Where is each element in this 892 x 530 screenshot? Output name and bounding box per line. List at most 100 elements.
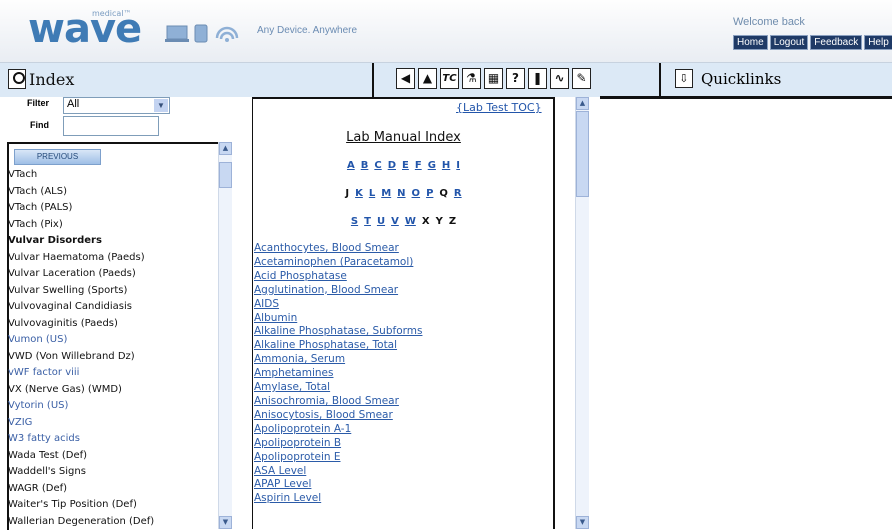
scroll-thumb[interactable] — [219, 162, 232, 188]
index-item[interactable]: Vulvar Haematoma (Paeds) — [8, 250, 218, 267]
index-item[interactable]: vWF factor viii — [8, 365, 218, 382]
alpha-letter[interactable]: S — [351, 216, 358, 227]
lab-scrollbar[interactable]: ▲ ▼ — [575, 97, 589, 529]
index-item[interactable]: VTach (Pix) — [8, 217, 218, 234]
index-item[interactable]: Vumon (US) — [8, 332, 218, 349]
lab-test-link[interactable]: Acetaminophen (Paracetamol) — [254, 256, 422, 270]
lab-test-link[interactable]: Albumin — [254, 312, 422, 326]
quicklinks-border — [600, 96, 892, 99]
lab-flask-icon[interactable]: ⚗ — [462, 68, 481, 89]
drug-icon[interactable]: ❚ — [528, 68, 547, 89]
help-icon[interactable]: ? — [506, 68, 525, 89]
alpha-letter[interactable]: G — [428, 160, 436, 171]
alpha-letter[interactable]: L — [369, 188, 375, 199]
index-item[interactable]: Waiter's Tip Position (Def) — [8, 497, 218, 514]
lab-test-link[interactable]: APAP Level — [254, 478, 422, 492]
alpha-letter[interactable]: H — [442, 160, 450, 171]
alpha-row: STUVWXYZ — [252, 216, 555, 227]
alpha-letter[interactable]: U — [377, 216, 385, 227]
lab-test-link[interactable]: Alkaline Phosphatase, Subforms — [254, 325, 422, 339]
alpha-letter[interactable]: D — [388, 160, 396, 171]
lab-test-link[interactable]: Aspirin Level — [254, 492, 422, 506]
back-arrow-icon[interactable]: ◀ — [396, 68, 415, 89]
lab-test-link[interactable]: Anisochromia, Blood Smear — [254, 395, 422, 409]
find-input[interactable] — [63, 116, 159, 136]
alpha-letter[interactable]: I — [456, 160, 460, 171]
lab-test-link[interactable]: AIDS — [254, 298, 422, 312]
index-scrollbar[interactable]: ▲ ▼ — [218, 142, 232, 529]
lab-test-link[interactable]: Acanthocytes, Blood Smear — [254, 242, 422, 256]
lab-test-link[interactable]: Apolipoprotein E — [254, 451, 422, 465]
index-item[interactable]: VWD (Von Willebrand Dz) — [8, 349, 218, 366]
alpha-letter[interactable]: B — [361, 160, 369, 171]
alpha-letter: J — [345, 188, 349, 199]
index-item[interactable]: Vulvovaginitis (Paeds) — [8, 316, 218, 333]
home-link[interactable]: Home — [733, 35, 768, 50]
index-item[interactable]: W3 fatty acids — [8, 431, 218, 448]
alpha-letter[interactable]: T — [364, 216, 371, 227]
alpha-letter[interactable]: W — [405, 216, 416, 227]
chevron-down-icon[interactable]: ▼ — [154, 99, 168, 112]
index-item[interactable]: Waddell's Signs — [8, 464, 218, 481]
help-link[interactable]: Help — [864, 35, 892, 50]
index-item[interactable]: VTach (ALS) — [8, 184, 218, 201]
alpha-letter[interactable]: O — [412, 188, 421, 199]
scroll-up-icon[interactable]: ▲ — [576, 97, 589, 110]
index-item[interactable]: WAGR (Def) — [8, 481, 218, 498]
ecg-icon[interactable]: ∿ — [550, 68, 569, 89]
welcome-text: Welcome back — [733, 16, 805, 28]
scroll-thumb[interactable] — [576, 111, 589, 197]
filter-value: All — [67, 98, 79, 110]
alpha-letter[interactable]: M — [381, 188, 391, 199]
lab-test-link[interactable]: Ammonia, Serum — [254, 353, 422, 367]
scroll-down-icon[interactable]: ▼ — [219, 516, 232, 529]
alpha-letter[interactable]: A — [347, 160, 355, 171]
index-item[interactable]: VZIG — [8, 415, 218, 432]
alpha-letter[interactable]: E — [402, 160, 409, 171]
index-item[interactable]: Vulvar Swelling (Sports) — [8, 283, 218, 300]
feedback-link[interactable]: Feedback — [810, 35, 862, 50]
alpha-row: JKLMNOPQR — [252, 188, 555, 199]
alpha-letter[interactable]: C — [374, 160, 381, 171]
lab-test-link[interactable]: Apolipoprotein B — [254, 437, 422, 451]
quicklinks-header[interactable]: ⇩ Quicklinks — [675, 69, 781, 88]
lab-test-link[interactable]: Anisocytosis, Blood Smear — [254, 409, 422, 423]
index-item[interactable]: Vulvar Laceration (Paeds) — [8, 266, 218, 283]
index-item[interactable]: VTach — [8, 167, 218, 184]
lab-test-link[interactable]: Alkaline Phosphatase, Total — [254, 339, 422, 353]
alpha-letter[interactable]: K — [355, 188, 363, 199]
scroll-down-icon[interactable]: ▼ — [576, 516, 589, 529]
quicklinks-icon: ⇩ — [675, 69, 693, 88]
scroll-up-icon[interactable]: ▲ — [219, 142, 232, 155]
lab-test-link[interactable]: ASA Level — [254, 465, 422, 479]
alpha-letter[interactable]: N — [397, 188, 405, 199]
previous-button[interactable]: PREVIOUS — [14, 149, 101, 165]
alpha-letter[interactable]: F — [415, 160, 422, 171]
index-item[interactable]: Vytorin (US) — [8, 398, 218, 415]
alpha-letter[interactable]: P — [426, 188, 433, 199]
lab-test-link[interactable]: Agglutination, Blood Smear — [254, 284, 422, 298]
lab-toc-link[interactable]: {Lab Test TOC} — [456, 101, 542, 114]
index-header[interactable]: Index — [8, 69, 74, 89]
quicklinks-label: Quicklinks — [701, 70, 781, 88]
top-links: Home Logout Feedback Help — [733, 35, 892, 50]
index-item[interactable]: Vulvar Disorders — [8, 233, 218, 250]
lab-test-link[interactable]: Apolipoprotein A-1 — [254, 423, 422, 437]
logout-link[interactable]: Logout — [770, 35, 809, 50]
alpha-letter[interactable]: R — [454, 188, 462, 199]
tagline: Any Device. Anywhere — [257, 25, 357, 36]
index-item[interactable]: VTach (PALS) — [8, 200, 218, 217]
index-item[interactable]: Vulvovaginal Candidiasis — [8, 299, 218, 316]
filter-select[interactable]: All ▼ — [63, 97, 170, 114]
lab-test-link[interactable]: Amylase, Total — [254, 381, 422, 395]
up-arrow-icon[interactable]: ▲ — [418, 68, 437, 89]
index-item[interactable]: Wada Test (Def) — [8, 448, 218, 465]
lab-test-link[interactable]: Acid Phosphatase — [254, 270, 422, 284]
pencil-icon[interactable]: ✎ — [572, 68, 591, 89]
index-item[interactable]: Wallerian Degeneration (Def) — [8, 514, 218, 530]
calculator-icon[interactable]: ▦ — [484, 68, 503, 89]
lab-test-link[interactable]: Amphetamines — [254, 367, 422, 381]
alpha-letter[interactable]: V — [391, 216, 399, 227]
tc-icon[interactable]: TC — [440, 68, 459, 89]
index-item[interactable]: VX (Nerve Gas) (WMD) — [8, 382, 218, 399]
